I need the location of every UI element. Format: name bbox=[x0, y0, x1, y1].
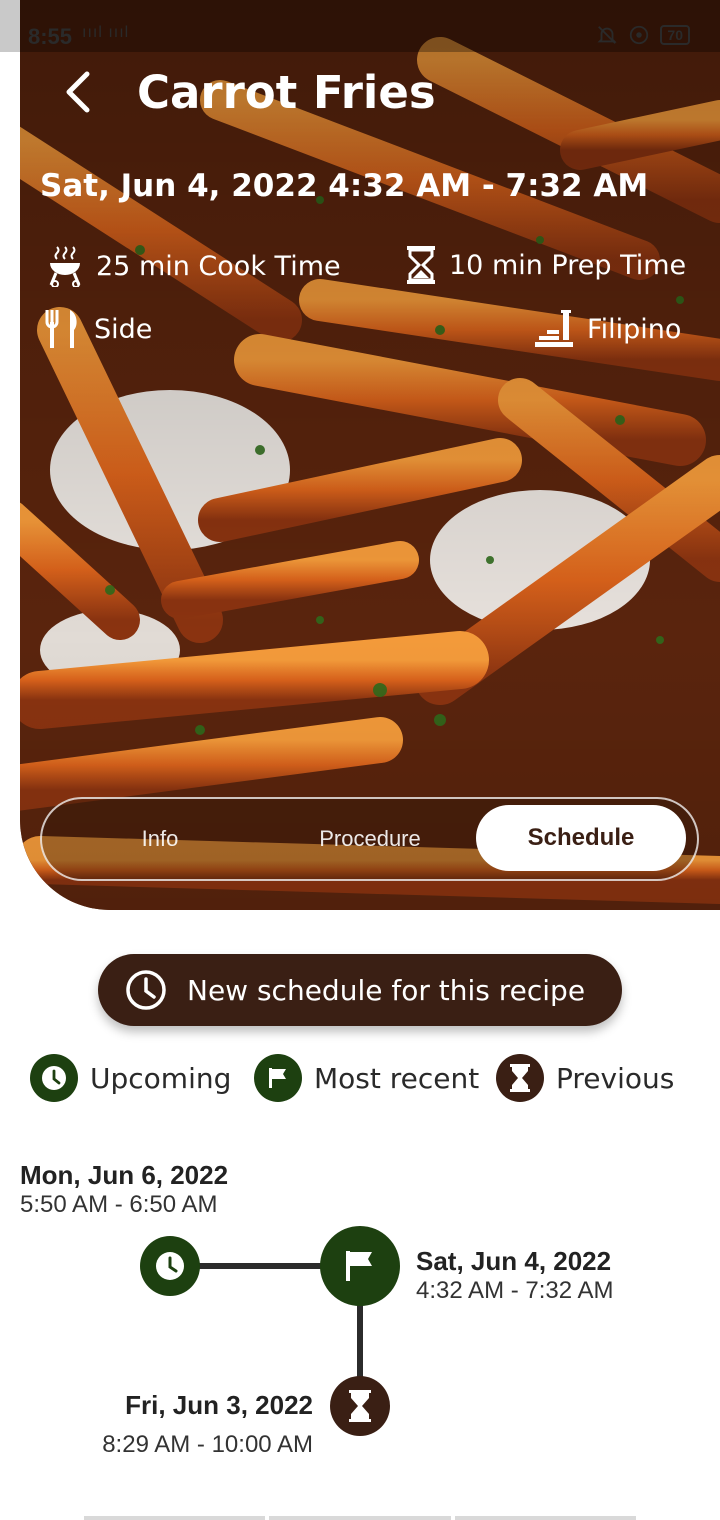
timeline-node-upcoming[interactable] bbox=[140, 1236, 200, 1296]
cook-time-label: 25 min Cook Time bbox=[96, 250, 341, 282]
course: Side bbox=[44, 308, 152, 350]
entry-date: Fri, Jun 3, 2022 bbox=[125, 1390, 313, 1420]
notifications-off-icon bbox=[597, 26, 617, 44]
hourglass-icon bbox=[407, 246, 435, 284]
status-time: 8:55 bbox=[28, 24, 73, 49]
timeline-connector bbox=[196, 1263, 326, 1269]
data-saver-icon bbox=[630, 25, 649, 45]
entry-time: 5:50 AM - 6:50 AM bbox=[20, 1191, 218, 1218]
schedule-timeline: Mon, Jun 6, 2022 5:50 AM - 6:50 AM Sat, … bbox=[0, 1140, 720, 1480]
signal-icon: ıııl ıııl bbox=[82, 24, 130, 41]
recipe-scheduled-datetime: Sat, Jun 4, 2022 4:32 AM - 7:32 AM bbox=[40, 168, 649, 204]
back-button[interactable] bbox=[50, 64, 106, 120]
utensils-icon bbox=[45, 310, 77, 348]
legend-upcoming: Upcoming bbox=[30, 1054, 231, 1102]
recipe-hero-image bbox=[20, 0, 720, 910]
prep-time-label: 10 min Prep Time bbox=[449, 249, 687, 281]
legend-upcoming-label: Upcoming bbox=[90, 1061, 232, 1095]
timeline-node-most-recent[interactable] bbox=[320, 1226, 400, 1306]
flag-icon bbox=[346, 1251, 372, 1281]
schedule-entry-most-recent: Sat, Jun 4, 2022 4:32 AM - 7:32 AM bbox=[416, 1246, 613, 1305]
grill-icon bbox=[49, 246, 81, 287]
nav-segment bbox=[84, 1516, 266, 1520]
nav-segment bbox=[454, 1516, 636, 1520]
recipe-title: Carrot Fries bbox=[137, 66, 436, 119]
legend-previous: Previous bbox=[496, 1054, 674, 1102]
back-arrow-icon bbox=[66, 71, 90, 113]
flag-icon bbox=[254, 1054, 302, 1102]
entry-time: 4:32 AM - 7:32 AM bbox=[416, 1277, 614, 1304]
cook-time: 25 min Cook Time bbox=[46, 245, 341, 287]
legend-most-recent: Most recent bbox=[254, 1054, 479, 1102]
tab-info[interactable]: Info bbox=[82, 799, 238, 879]
hourglass-icon bbox=[349, 1390, 371, 1422]
clock-icon bbox=[30, 1054, 78, 1102]
status-bar: 8:55 ıııl ıııl 70 bbox=[0, 0, 720, 52]
hero-shade bbox=[20, 0, 720, 910]
clock-icon bbox=[156, 1252, 184, 1280]
entry-date: Sat, Jun 4, 2022 bbox=[416, 1246, 612, 1276]
timeline-node-previous[interactable] bbox=[330, 1376, 390, 1436]
status-indicators: 70 bbox=[596, 24, 690, 46]
recipe-tabs: Info Procedure Schedule bbox=[40, 797, 699, 881]
clock-icon bbox=[125, 969, 167, 1011]
cuisine: Filipino bbox=[533, 308, 681, 350]
bottom-nav-hint bbox=[84, 1516, 636, 1520]
cuisine-label: Filipino bbox=[587, 313, 682, 345]
prep-time: 10 min Prep Time bbox=[405, 245, 686, 285]
new-schedule-label: New schedule for this recipe bbox=[187, 973, 586, 1007]
hourglass-icon bbox=[496, 1054, 544, 1102]
schedule-entry-upcoming: Mon, Jun 6, 2022 5:50 AM - 6:50 AM bbox=[20, 1160, 228, 1219]
cuisine-icon bbox=[535, 310, 573, 347]
legend-previous-label: Previous bbox=[556, 1061, 675, 1095]
nav-segment bbox=[269, 1516, 451, 1520]
schedule-entry-previous: Fri, Jun 3, 2022 8:29 AM - 10:00 AM bbox=[102, 1390, 313, 1459]
entry-time: 8:29 AM - 10:00 AM bbox=[102, 1431, 313, 1458]
new-schedule-button[interactable]: New schedule for this recipe bbox=[98, 954, 622, 1026]
tab-procedure[interactable]: Procedure bbox=[272, 799, 468, 879]
course-label: Side bbox=[94, 313, 153, 345]
tab-schedule[interactable]: Schedule bbox=[476, 805, 686, 871]
entry-date: Mon, Jun 6, 2022 bbox=[20, 1160, 229, 1190]
legend-most-recent-label: Most recent bbox=[314, 1061, 480, 1095]
status-left-strip bbox=[0, 0, 20, 52]
battery-indicator: 70 bbox=[660, 25, 690, 45]
